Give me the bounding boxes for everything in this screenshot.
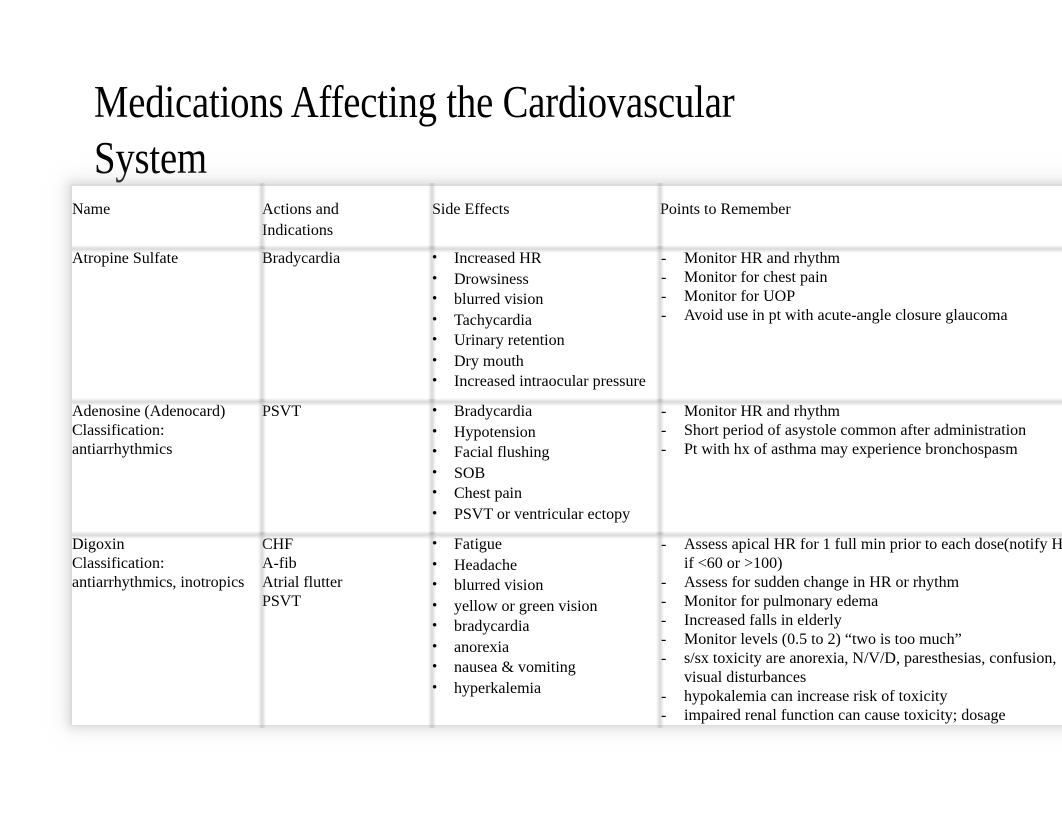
list-item: yellow or green vision	[432, 596, 660, 617]
column-header-actions: Actions and Indications	[258, 183, 432, 252]
list-item: Fatigue	[432, 534, 660, 555]
list-item: SOB	[432, 463, 660, 484]
column-header-name-label: Name	[72, 201, 111, 218]
list-item: hyperkalemia	[432, 678, 660, 699]
list-item: Chest pain	[432, 483, 660, 504]
table-header-row: Name Actions and Indications Side Effect…	[72, 183, 1062, 252]
actions-indications-text: PSVT	[262, 403, 302, 420]
list-item: blurred vision	[432, 575, 660, 596]
list-item: Increased intraocular pressure	[432, 371, 660, 392]
column-header-actions-label: Actions and Indications	[262, 201, 339, 239]
cell-side-effects: FatigueHeadacheblurred visionyellow or g…	[428, 531, 660, 728]
list-item: Increased HR	[432, 248, 660, 269]
table-body: Atropine Sulfate Bradycardia Increased H…	[72, 245, 1062, 728]
side-effects-list: BradycardiaHypotension Facial flushingSO…	[432, 401, 660, 525]
list-item: Increased falls in elderly	[660, 611, 1062, 630]
table-row: Atropine Sulfate Bradycardia Increased H…	[72, 245, 1062, 405]
side-effects-list: FatigueHeadacheblurred visionyellow or g…	[432, 534, 660, 699]
list-item: Monitor for pulmonary edema	[660, 592, 1062, 611]
medications-table-container: Name Actions and Indications Side Effect…	[72, 183, 1062, 728]
list-item: Drowsiness	[432, 269, 660, 290]
list-item: Monitor HR and rhythm	[660, 402, 1062, 421]
cell-points-to-remember: Monitor HR and rhythmMonitor for chest p…	[656, 245, 1062, 405]
list-item: Dry mouth	[432, 351, 660, 372]
medication-name-text: Digoxin Classification: antiarrhythmics,…	[72, 536, 245, 591]
actions-indications-text: Bradycardia	[262, 250, 341, 267]
cell-medication-name: Atropine Sulfate	[72, 245, 262, 402]
list-item: Avoid use in pt with acute-angle closure…	[660, 306, 1062, 325]
list-item: Assess for sudden change in HR or rhythm	[660, 573, 1062, 592]
table-row: Digoxin Classification: antiarrhythmics,…	[72, 531, 1062, 728]
page-title: Medications Affecting the Cardiovascular…	[94, 77, 744, 184]
cell-points-to-remember: Assess apical HR for 1 full min prior to…	[656, 531, 1062, 728]
list-item: nausea & vomiting	[432, 657, 660, 678]
actions-indications-text: CHF A-fib Atrial flutter PSVT	[262, 536, 343, 610]
cell-medication-name: Digoxin Classification: antiarrhythmics,…	[72, 531, 262, 725]
list-item: Monitor for UOP	[660, 287, 1062, 306]
column-header-side-effects: Side Effects	[428, 183, 660, 252]
cell-actions-indications: Bradycardia	[258, 245, 432, 405]
list-item: Short period of asystole common after ad…	[660, 421, 1062, 440]
list-item: Facial flushing	[432, 442, 660, 463]
list-item: hypokalemia can increase risk of toxicit…	[660, 687, 1062, 706]
column-header-name: Name	[72, 186, 262, 249]
list-item: blurred vision	[432, 289, 660, 310]
medication-name-text: Adenosine (Adenocard) Classification: an…	[72, 403, 226, 458]
cell-side-effects: BradycardiaHypotension Facial flushingSO…	[428, 398, 660, 538]
side-effects-list: Increased HRDrowsiness blurred visionTac…	[432, 248, 660, 392]
points-to-remember-list: Monitor HR and rhythmMonitor for chest p…	[660, 249, 1062, 325]
list-item: Assess apical HR for 1 full min prior to…	[660, 535, 1062, 573]
list-item: Bradycardia	[432, 401, 660, 422]
list-item: Urinary retention	[432, 330, 660, 351]
points-to-remember-list: Monitor HR and rhythmShort period of asy…	[660, 402, 1062, 459]
cell-points-to-remember: Monitor HR and rhythmShort period of asy…	[656, 398, 1062, 538]
list-item: Tachycardia	[432, 310, 660, 331]
column-header-points: Points to Remember	[656, 183, 1062, 252]
list-item: Monitor for chest pain	[660, 268, 1062, 287]
list-item: Hypotension	[432, 422, 660, 443]
points-to-remember-list: Assess apical HR for 1 full min prior to…	[660, 535, 1062, 725]
list-item: impaired renal function can cause toxici…	[660, 706, 1062, 725]
list-item: Monitor HR and rhythm	[660, 249, 1062, 268]
list-item: Pt with hx of asthma may experience bron…	[660, 440, 1062, 459]
list-item: Monitor levels (0.5 to 2) “two is too mu…	[660, 630, 1062, 649]
medication-name-text: Atropine Sulfate	[72, 250, 179, 267]
cell-actions-indications: CHF A-fib Atrial flutter PSVT	[258, 531, 432, 728]
list-item: PSVT or ventricular ectopy	[432, 504, 660, 525]
list-item: bradycardia	[432, 616, 660, 637]
list-item: Headache	[432, 555, 660, 576]
table-row: Adenosine (Adenocard) Classification: an…	[72, 398, 1062, 538]
column-header-points-label: Points to Remember	[660, 201, 791, 218]
cell-medication-name: Adenosine (Adenocard) Classification: an…	[72, 398, 262, 535]
cell-side-effects: Increased HRDrowsiness blurred visionTac…	[428, 245, 660, 405]
column-header-side-effects-label: Side Effects	[432, 201, 510, 218]
medications-table: Name Actions and Indications Side Effect…	[72, 183, 1062, 728]
list-item: s/sx toxicity are anorexia, N/V/D, pares…	[660, 649, 1062, 687]
cell-actions-indications: PSVT	[258, 398, 432, 538]
list-item: anorexia	[432, 637, 660, 658]
slide-page: { "slide": { "title": "Medications Affec…	[0, 0, 1062, 822]
